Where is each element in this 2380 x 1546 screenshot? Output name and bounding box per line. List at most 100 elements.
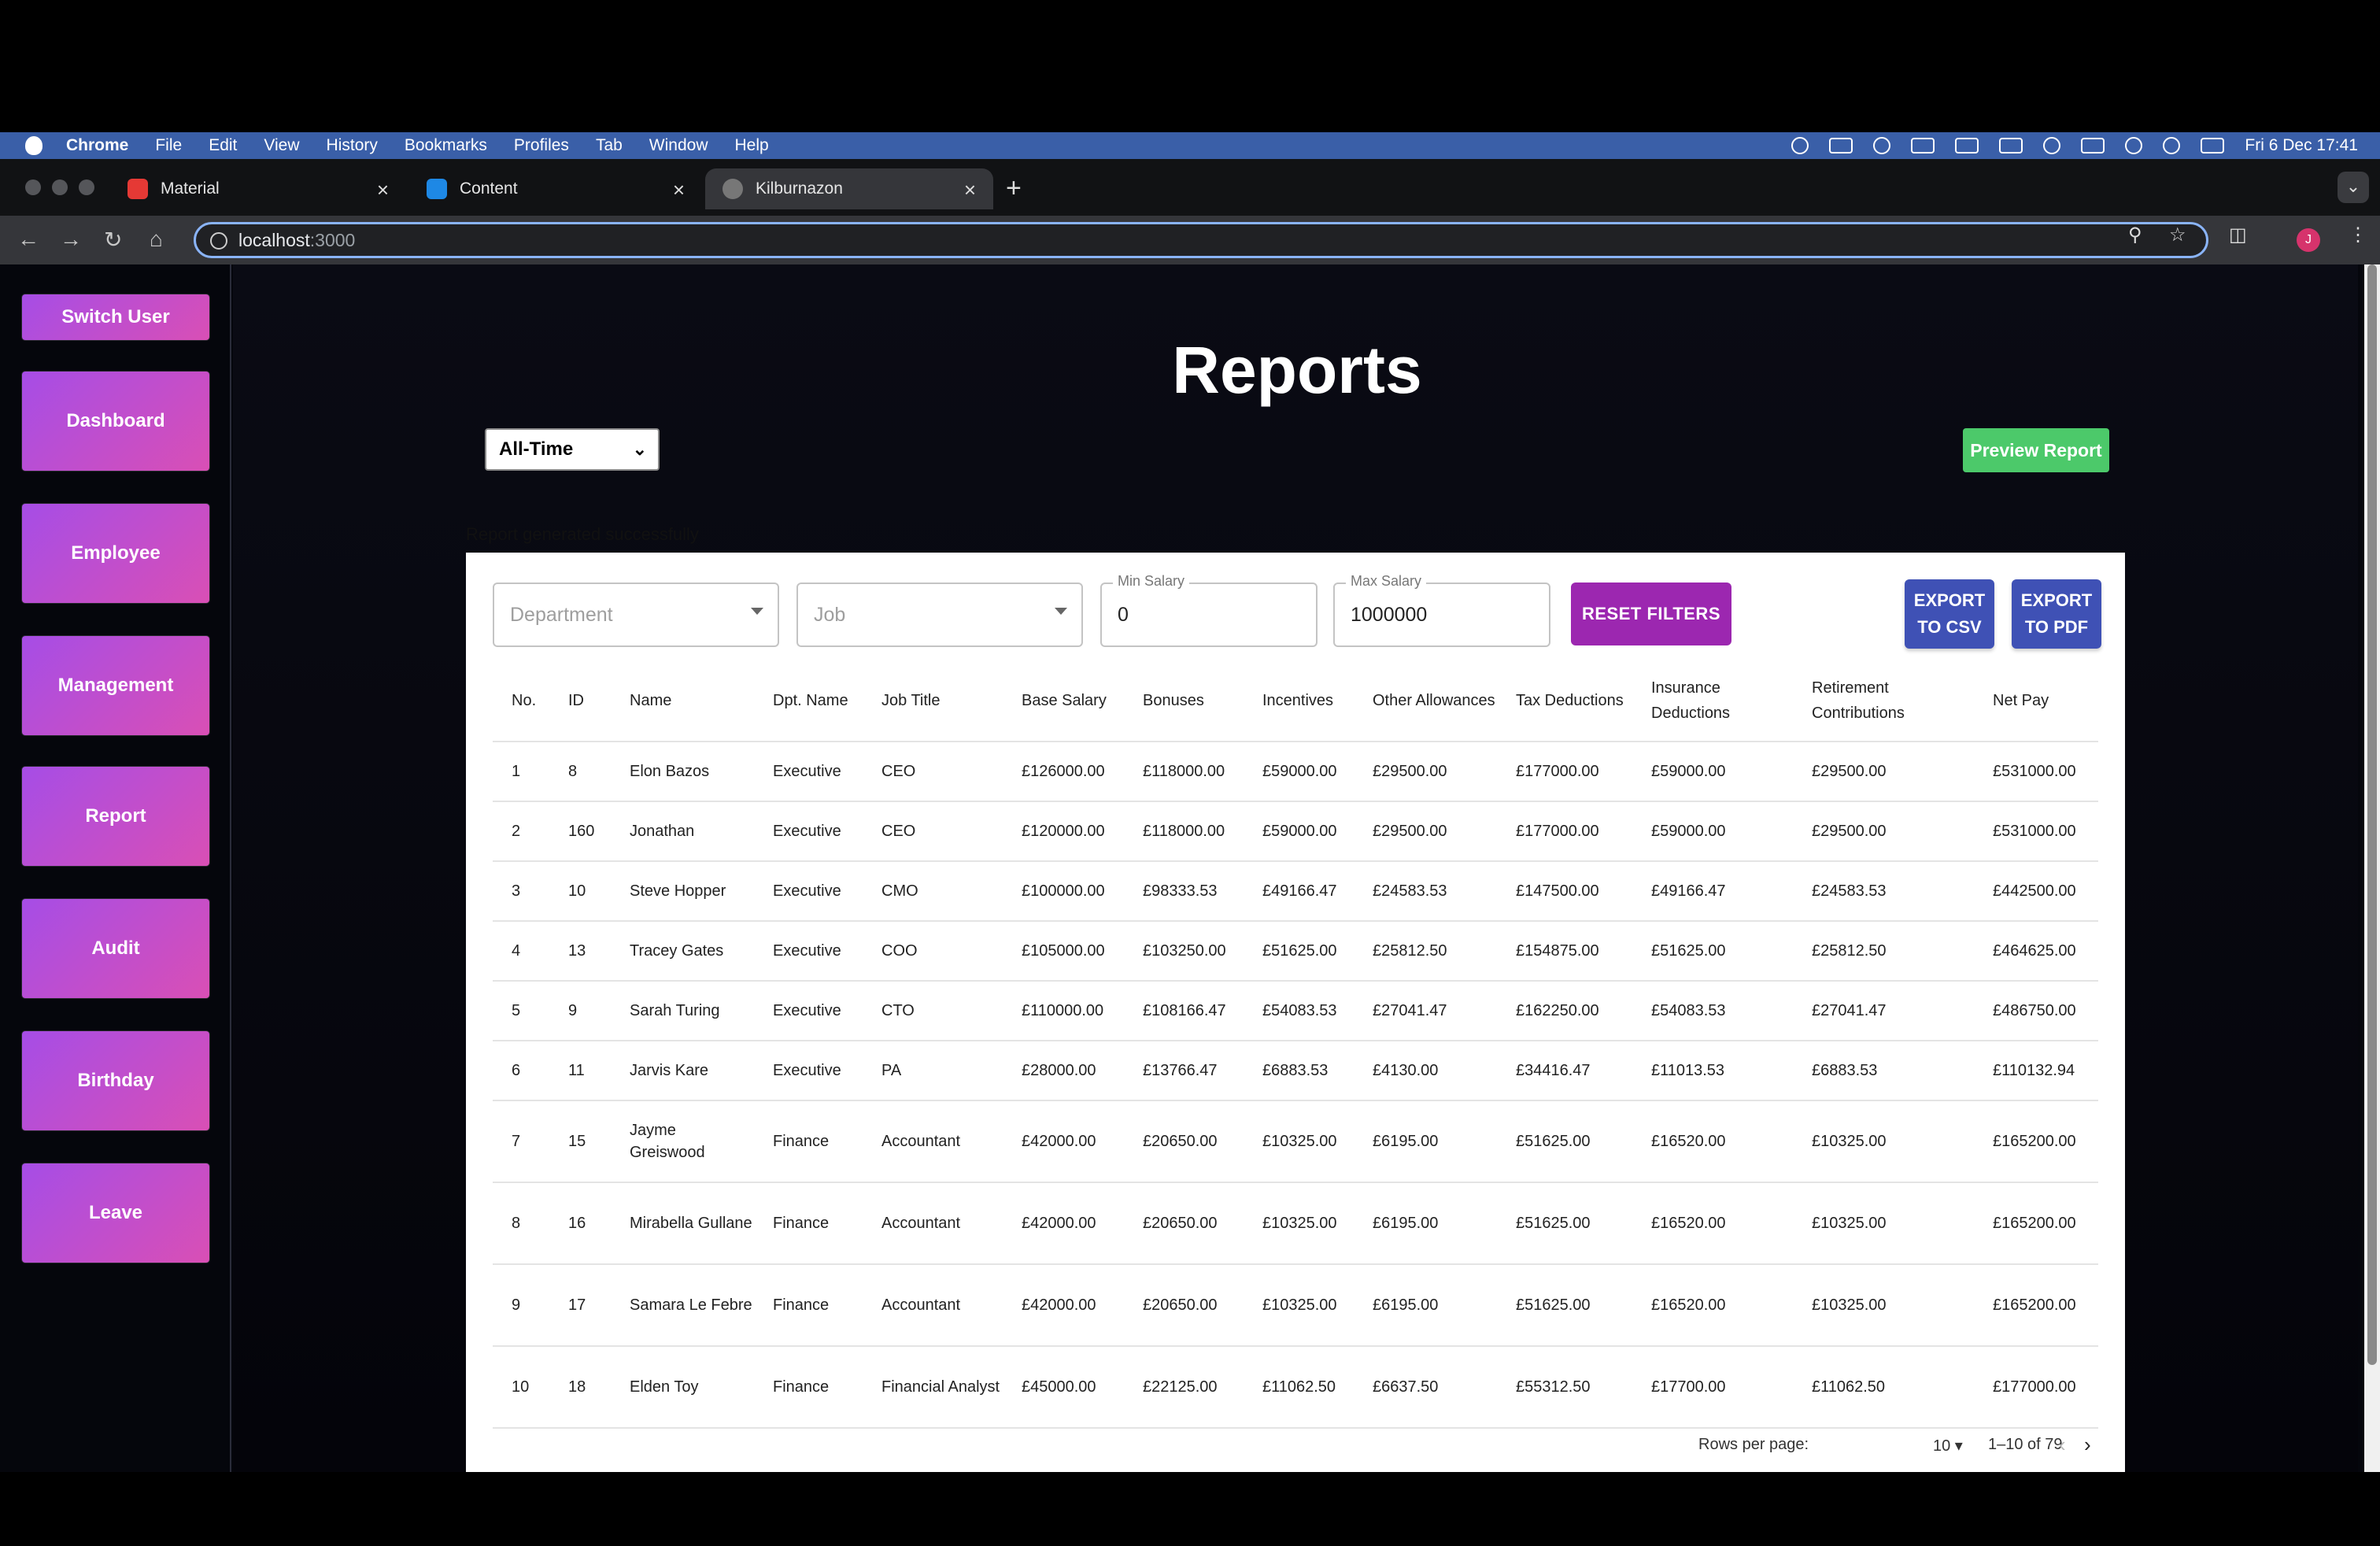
- column-header[interactable]: Tax Deductions: [1497, 660, 1632, 742]
- close-tab-icon[interactable]: ×: [377, 178, 389, 202]
- table-cell: CTO: [863, 981, 1003, 1041]
- zoom-window-icon[interactable]: [79, 179, 94, 195]
- tab-material[interactable]: Material ×: [110, 168, 406, 209]
- max-salary-field[interactable]: Max Salary 1000000: [1333, 573, 1550, 647]
- profile-avatar[interactable]: J: [2297, 228, 2320, 252]
- table-cell: 9: [493, 1264, 549, 1347]
- period-select[interactable]: All-Time ⌄: [485, 428, 660, 471]
- preview-report-button[interactable]: Preview Report: [1963, 428, 2109, 472]
- status-app-icon[interactable]: [1791, 137, 1809, 154]
- department-select[interactable]: Department: [493, 583, 779, 647]
- job-select[interactable]: Job: [796, 583, 1083, 647]
- zoom-icon[interactable]: ⚲: [2128, 224, 2142, 246]
- menu-tab[interactable]: Tab: [596, 136, 623, 155]
- menu-bookmarks[interactable]: Bookmarks: [405, 136, 487, 155]
- tab-kilburnazon[interactable]: Kilburnazon ×: [705, 168, 993, 209]
- bookmark-star-icon[interactable]: ☆: [2169, 224, 2186, 246]
- table-row[interactable]: 5 9 Sarah Turing Executive CTO £110000.00 £108…: [493, 981, 2098, 1041]
- status-app2-icon[interactable]: [1873, 137, 1891, 154]
- menu-window[interactable]: Window: [649, 136, 708, 155]
- airdrop-icon[interactable]: [2043, 137, 2061, 154]
- tab-search-chevron-icon[interactable]: ⌄: [2338, 172, 2369, 203]
- sidebar-item-leave[interactable]: Leave: [22, 1163, 209, 1263]
- back-icon[interactable]: ←: [17, 227, 39, 252]
- extensions-icon[interactable]: ◫: [2229, 224, 2247, 246]
- next-page-icon[interactable]: ›: [2084, 1433, 2091, 1457]
- column-header[interactable]: Net Pay: [1974, 660, 2098, 742]
- column-header[interactable]: Incentives: [1244, 660, 1354, 742]
- input-source-icon[interactable]: [1999, 138, 2023, 153]
- caret-down-icon: [751, 608, 763, 615]
- close-window-icon[interactable]: [25, 179, 41, 195]
- column-header[interactable]: Other Allowances: [1354, 660, 1497, 742]
- table-cell: 10: [493, 1346, 549, 1429]
- site-info-icon[interactable]: [210, 232, 227, 250]
- column-header[interactable]: Bonuses: [1124, 660, 1244, 742]
- table-row[interactable]: 2 160 Jonathan Executive CEO £120000.00 £11800…: [493, 801, 2098, 862]
- page-scrollbar[interactable]: [2364, 264, 2380, 1472]
- apple-icon[interactable]: [25, 136, 42, 155]
- home-icon[interactable]: ⌂: [150, 227, 163, 252]
- screen-capture-icon[interactable]: [1955, 138, 1979, 153]
- table-row[interactable]: 8 16 Mirabella Gullane Finance Accountant £42…: [493, 1182, 2098, 1265]
- column-header[interactable]: Name: [611, 660, 754, 742]
- table-row[interactable]: 6 11 Jarvis Kare Executive PA £28000.00 £13766…: [493, 1041, 2098, 1101]
- table-cell: £16520.00: [1632, 1264, 1793, 1347]
- table-row[interactable]: 1 8 Elon Bazos Executive CEO £126000.00 £11800…: [493, 742, 2098, 802]
- keyboard-icon[interactable]: [1911, 138, 1935, 153]
- reload-icon[interactable]: ↻: [104, 227, 122, 253]
- table-row[interactable]: 3 10 Steve Hopper Executive CMO £100000.00 £98…: [493, 861, 2098, 922]
- table-cell: £177000.00: [1497, 742, 1632, 802]
- reset-filters-button[interactable]: RESET FILTERS: [1571, 583, 1731, 645]
- forward-icon[interactable]: →: [60, 227, 82, 252]
- caret-down-icon: [1055, 608, 1067, 615]
- menu-view[interactable]: View: [264, 136, 299, 155]
- min-salary-field[interactable]: Min Salary 0: [1100, 573, 1318, 647]
- spotlight-search-icon[interactable]: [2163, 137, 2181, 154]
- rows-per-page-select[interactable]: 10 ▾: [1933, 1436, 1963, 1455]
- column-header[interactable]: ID: [549, 660, 611, 742]
- tab-content[interactable]: Content ×: [409, 168, 702, 209]
- table-row[interactable]: 9 17 Samara Le Febre Finance Accountant £4200…: [493, 1264, 2098, 1347]
- column-header[interactable]: Job Title: [863, 660, 1003, 742]
- wifi-icon[interactable]: [2125, 137, 2143, 154]
- address-bar[interactable]: localhost:3000: [194, 222, 2208, 258]
- switch-user-button[interactable]: Switch User: [22, 294, 209, 340]
- scrollbar-thumb[interactable]: [2367, 264, 2377, 1365]
- sidebar-item-management[interactable]: Management: [22, 636, 209, 735]
- sidebar-item-report[interactable]: Report: [22, 767, 209, 866]
- sidebar-item-birthday[interactable]: Birthday: [22, 1031, 209, 1130]
- new-tab-icon[interactable]: +: [1006, 173, 1022, 204]
- previous-page-icon[interactable]: ‹: [2059, 1433, 2066, 1457]
- table-cell: £486750.00: [1974, 981, 2098, 1041]
- column-header[interactable]: No.: [493, 660, 549, 742]
- menu-file[interactable]: File: [155, 136, 182, 155]
- column-header[interactable]: Insurance Deductions: [1632, 660, 1793, 742]
- display-icon[interactable]: [1829, 138, 1853, 153]
- menu-app[interactable]: Chrome: [66, 136, 128, 155]
- column-header[interactable]: Retirement Contributions: [1793, 660, 1974, 742]
- table-row[interactable]: 7 15 Jayme Greiswood Finance Accountant £4200…: [493, 1100, 2098, 1183]
- menubar-clock[interactable]: Fri 6 Dec 17:41: [2245, 136, 2358, 155]
- table-row[interactable]: 4 13 Tracey Gates Executive COO £105000.00 £10…: [493, 921, 2098, 982]
- table-row[interactable]: 10 18 Elden Toy Finance Financial Analyst £45…: [493, 1346, 2098, 1429]
- more-menu-icon[interactable]: ⋮: [2349, 224, 2367, 246]
- control-center-icon[interactable]: [2201, 138, 2225, 153]
- menu-help[interactable]: Help: [735, 136, 769, 155]
- table-cell: £531000.00: [1974, 742, 2098, 802]
- close-tab-icon[interactable]: ×: [673, 178, 685, 202]
- sidebar-item-employee[interactable]: Employee: [22, 504, 209, 603]
- menu-history[interactable]: History: [327, 136, 378, 155]
- sidebar-item-audit[interactable]: Audit: [22, 899, 209, 998]
- menu-profiles[interactable]: Profiles: [514, 136, 569, 155]
- column-header[interactable]: Dpt. Name: [754, 660, 863, 742]
- battery-icon[interactable]: [2081, 138, 2105, 153]
- close-tab-icon[interactable]: ×: [964, 178, 976, 202]
- export-pdf-button[interactable]: EXPORT TO PDF: [2012, 579, 2101, 649]
- table-cell: £118000.00: [1124, 801, 1244, 862]
- column-header[interactable]: Base Salary: [1003, 660, 1124, 742]
- export-csv-button[interactable]: EXPORT TO CSV: [1905, 579, 1994, 649]
- sidebar-item-dashboard[interactable]: Dashboard: [22, 372, 209, 471]
- menu-edit[interactable]: Edit: [209, 136, 237, 155]
- minimize-window-icon[interactable]: [52, 179, 68, 195]
